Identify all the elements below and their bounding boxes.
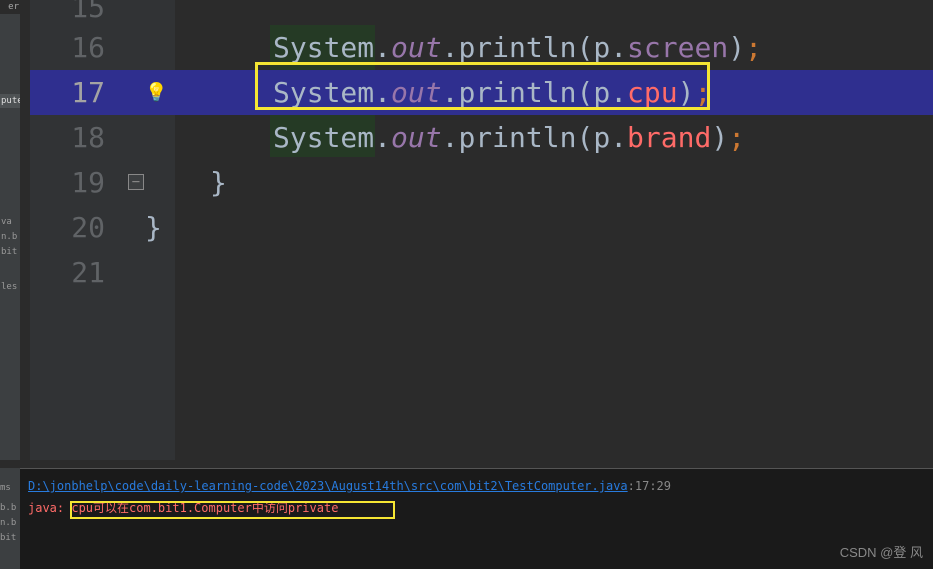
code-line[interactable]: 20 } [30,205,933,250]
sidebar-tab-active[interactable]: puter [0,94,20,108]
code-editor[interactable]: 15 16 System.out.println(p.screen); 17 💡… [30,0,933,460]
code-line[interactable]: 19 − } [30,160,933,205]
sidebar-item[interactable]: bit [0,533,16,543]
error-prefix: java: [28,501,71,515]
code-line[interactable]: 16 System.out.println(p.screen); [30,25,933,70]
code-line-current[interactable]: 17 💡 System.out.println(p.cpu); [30,70,933,115]
line-number: 21 [30,256,105,289]
line-number: 19 [30,166,105,199]
sidebar-item[interactable]: va [0,215,13,229]
watermark: CSDN @登 风 [840,542,923,561]
fold-icon[interactable]: − [128,174,144,190]
line-number: 20 [30,211,105,244]
line-number: 18 [30,121,105,154]
console-panel[interactable]: D:\jonbhelp\code\daily-learning-code\202… [20,468,933,569]
sidebar-item[interactable]: ms [0,483,11,493]
sidebar-item[interactable]: n.b [0,230,18,244]
sidebar-item[interactable]: n.b [0,518,16,528]
sidebar-item[interactable]: bit [0,245,18,259]
code-content: System.out.println(p.screen); [273,31,762,64]
project-sidebar[interactable]: er puter va n.b bit les [0,0,20,460]
lightbulb-icon[interactable]: 💡 [145,82,167,103]
line-number: 16 [30,31,105,64]
sidebar-item[interactable]: b.b [0,503,16,513]
code-line[interactable]: 21 [30,250,933,295]
code-line[interactable]: 18 System.out.println(p.brand); [30,115,933,160]
code-content: System.out.println(p.brand); [273,121,745,154]
console-line[interactable]: java: cpu可以在com.bit1.Computer中访问private [20,495,933,520]
line-number: 17 [30,76,105,109]
error-location: :17:29 [628,479,671,493]
code-content: System.out.println(p.cpu); [273,76,711,109]
sidebar-tab[interactable]: er [0,0,20,14]
console-sidebar[interactable]: ms b.b n.b bit [0,468,20,569]
code-content: } [145,211,162,244]
line-number: 15 [30,0,105,24]
error-file-link[interactable]: D:\jonbhelp\code\daily-learning-code\202… [28,479,628,493]
error-message: cpu可以在com.bit1.Computer中访问private [71,501,338,515]
sidebar-item[interactable]: les [0,280,18,294]
code-content: } [210,166,227,199]
console-line[interactable]: D:\jonbhelp\code\daily-learning-code\202… [20,469,933,495]
